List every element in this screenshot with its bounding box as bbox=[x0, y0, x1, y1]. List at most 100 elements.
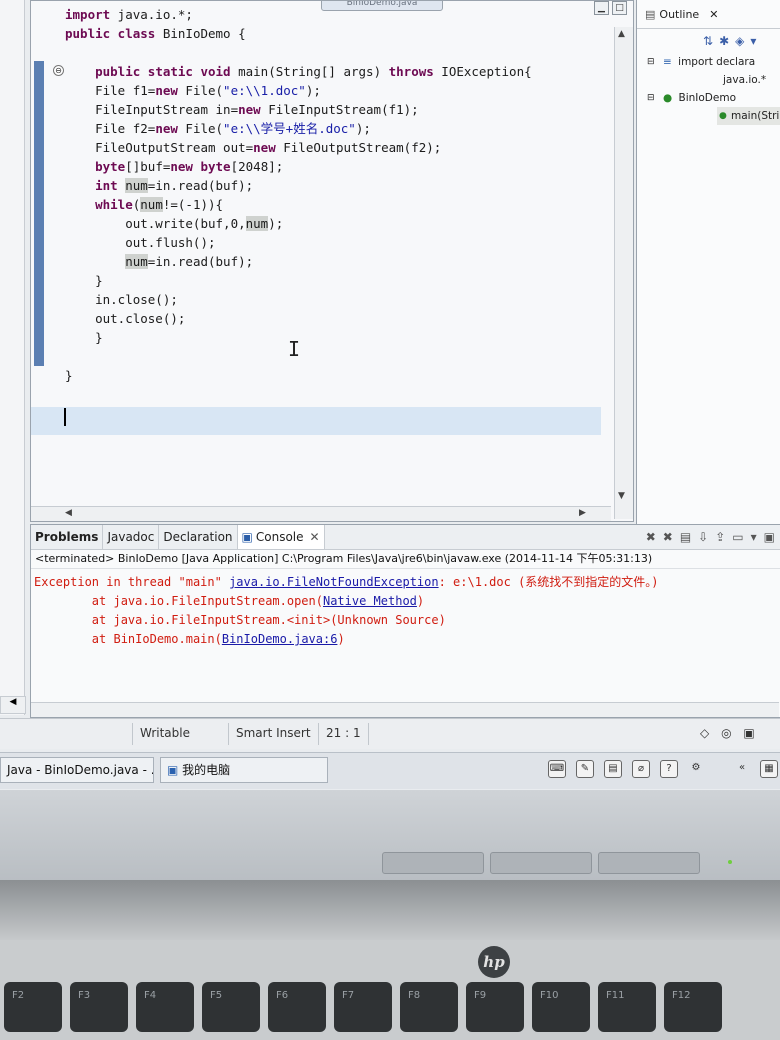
tab-problems[interactable]: Problems bbox=[31, 525, 104, 549]
code-line[interactable]: } bbox=[65, 271, 605, 290]
code-line[interactable]: out.close(); bbox=[65, 309, 605, 328]
scroll-left-icon[interactable]: ◀ bbox=[0, 696, 26, 714]
code-line[interactable] bbox=[65, 347, 605, 366]
keyword-token: import bbox=[65, 7, 111, 22]
outline-item-method[interactable]: ● main(Strin bbox=[717, 107, 780, 125]
tab-javadoc[interactable]: Javadoc bbox=[103, 525, 160, 549]
keyword-token: public class bbox=[65, 26, 156, 41]
monitor-button[interactable] bbox=[598, 852, 700, 874]
brush-icon[interactable]: ⌀ bbox=[632, 760, 650, 778]
expand-tray-icon[interactable]: « bbox=[734, 760, 750, 776]
editor-horizontal-scrollbar[interactable]: ◀ ▶ bbox=[31, 506, 611, 521]
scroll-right-icon[interactable]: ▶ bbox=[579, 508, 586, 518]
keyboard-icon[interactable]: ⌨ bbox=[548, 760, 566, 778]
code-token: BinIoDemo { bbox=[155, 26, 246, 41]
input-method-icon[interactable]: ▤ bbox=[604, 760, 622, 778]
collapse-icon[interactable]: ⊟ bbox=[647, 53, 655, 71]
fold-range-bar bbox=[34, 61, 44, 366]
console-output[interactable]: Exception in thread "main" java.io.FileN… bbox=[31, 569, 780, 649]
display-console-icon[interactable]: ▭ bbox=[732, 530, 743, 544]
fold-collapse-icon[interactable]: ⊖ bbox=[53, 65, 64, 76]
console-panel: Problems Javadoc Declaration ▣ Console ✕… bbox=[30, 524, 780, 718]
taskbar-eclipse-button[interactable]: Java - BinIoDemo.java - ... bbox=[0, 757, 154, 783]
help-icon[interactable]: ? bbox=[660, 760, 678, 778]
status-writable: Writable bbox=[140, 726, 190, 740]
stack-trace-link[interactable]: BinIoDemo.java:6 bbox=[222, 632, 338, 646]
code-line[interactable]: out.flush(); bbox=[65, 233, 605, 252]
left-package-panel bbox=[0, 0, 25, 715]
code-token: IOException{ bbox=[433, 64, 532, 79]
code-line[interactable]: File f1=new File("e:\\1.doc"); bbox=[65, 81, 605, 100]
collapse-icon[interactable]: ⊟ bbox=[647, 89, 655, 107]
monitor-button[interactable] bbox=[382, 852, 484, 874]
pen-icon[interactable]: ✎ bbox=[576, 760, 594, 778]
code-line[interactable]: FileOutputStream out=new FileOutputStrea… bbox=[65, 138, 605, 157]
tray-window-icon[interactable]: ▣ bbox=[743, 726, 754, 740]
status-divider bbox=[132, 723, 133, 745]
code-line[interactable]: while(num!=(-1)){ bbox=[65, 195, 605, 214]
editor-vertical-scrollbar[interactable]: ▲ ▼ bbox=[614, 27, 633, 519]
monitor-button[interactable] bbox=[490, 852, 592, 874]
scroll-left-icon[interactable]: ◀ bbox=[65, 508, 72, 518]
dropdown-icon[interactable]: ▾ bbox=[751, 530, 757, 544]
clear-console-icon[interactable]: ▤ bbox=[680, 530, 691, 544]
open-console-icon[interactable]: ▣ bbox=[764, 530, 775, 544]
keyboard-key: F7 bbox=[334, 982, 392, 1032]
code-line[interactable]: File f2=new File("e:\\学号+姓名.doc"); bbox=[65, 119, 605, 138]
code-line[interactable]: } bbox=[65, 328, 605, 347]
scroll-down-icon[interactable]: ▼ bbox=[618, 491, 625, 501]
source-code[interactable]: import java.io.*; public class BinIoDemo … bbox=[65, 5, 605, 385]
settings-icon[interactable]: ⚙ bbox=[688, 760, 704, 776]
console-horizontal-scrollbar[interactable] bbox=[31, 702, 779, 717]
code-line[interactable]: num=in.read(buf); bbox=[65, 252, 605, 271]
console-icon: ▣ bbox=[241, 530, 253, 544]
taskbar-computer-button[interactable]: ▣ 我的电脑 bbox=[160, 757, 328, 783]
console-text: : e:\1.doc (系统找不到指定的文件。) bbox=[438, 575, 659, 589]
terminate-icon[interactable]: ✖ bbox=[646, 530, 656, 544]
stack-trace-link[interactable]: Native Method bbox=[323, 594, 417, 608]
code-line[interactable]: } bbox=[65, 366, 605, 385]
exception-link[interactable]: java.io.FileNotFoundException bbox=[229, 575, 439, 589]
keyword-token: byte bbox=[200, 159, 231, 174]
tab-declaration[interactable]: Declaration bbox=[159, 525, 238, 549]
outline-title[interactable]: Outline bbox=[659, 8, 699, 21]
code-line[interactable]: out.write(buf,0,num); bbox=[65, 214, 605, 233]
scroll-up-icon[interactable]: ▲ bbox=[618, 29, 625, 39]
code-line[interactable]: public class BinIoDemo { bbox=[65, 24, 605, 43]
code-line[interactable]: in.close(); bbox=[65, 290, 605, 309]
maximize-icon[interactable]: □ bbox=[612, 1, 627, 15]
string-token: "e:\\1.doc" bbox=[223, 83, 306, 98]
status-tray-icons: ◇ ◎ ▣ bbox=[700, 726, 755, 740]
code-token: =in.read(buf); bbox=[147, 254, 254, 269]
help-icon[interactable]: ◎ bbox=[721, 726, 731, 740]
code-line[interactable]: byte[]buf=new byte[2048]; bbox=[65, 157, 605, 176]
code-line[interactable]: FileInputStream in=new FileInputStream(f… bbox=[65, 100, 605, 119]
code-line[interactable]: int num=in.read(buf); bbox=[65, 176, 605, 195]
sort-icon[interactable]: ⇅ bbox=[703, 34, 713, 48]
computer-icon: ▣ bbox=[167, 763, 179, 777]
outline-item-package[interactable]: java.io.* bbox=[637, 71, 780, 89]
outline-item-class[interactable]: ⊟ ● BinIoDemo bbox=[637, 89, 780, 107]
code-line[interactable] bbox=[65, 43, 605, 62]
code-line[interactable]: import java.io.*; bbox=[65, 5, 605, 24]
keyboard-key: F6 bbox=[268, 982, 326, 1032]
hide-static-icon[interactable]: ◈ bbox=[735, 34, 744, 48]
keyboard-key: F10 bbox=[532, 982, 590, 1032]
code-token: []buf= bbox=[125, 159, 171, 174]
network-icon[interactable]: ▦ bbox=[760, 760, 778, 778]
code-line[interactable]: public static void main(String[] args) t… bbox=[65, 62, 605, 81]
remove-all-terminated-icon[interactable]: ✖ bbox=[663, 530, 673, 544]
scroll-lock-icon[interactable]: ⇩ bbox=[698, 530, 708, 544]
tab-console-label: Console bbox=[255, 530, 304, 544]
console-line: at BinIoDemo.main(BinIoDemo.java:6) bbox=[34, 630, 780, 649]
outline-item-imports[interactable]: ⊟ ≡ import declara bbox=[637, 53, 780, 71]
close-icon[interactable]: ✕ bbox=[709, 8, 718, 21]
close-icon[interactable]: ✕ bbox=[310, 530, 320, 544]
lock-icon[interactable]: ◇ bbox=[700, 726, 709, 740]
hide-fields-icon[interactable]: ✱ bbox=[719, 34, 729, 48]
tab-console[interactable]: ▣ Console ✕ bbox=[237, 525, 325, 549]
pin-console-icon[interactable]: ⇪ bbox=[715, 530, 725, 544]
view-menu-icon[interactable]: ▾ bbox=[750, 34, 756, 48]
code-editor[interactable]: BinIoDemo.java ▁ □ ⊖ import java.io.*; pu… bbox=[30, 0, 634, 522]
